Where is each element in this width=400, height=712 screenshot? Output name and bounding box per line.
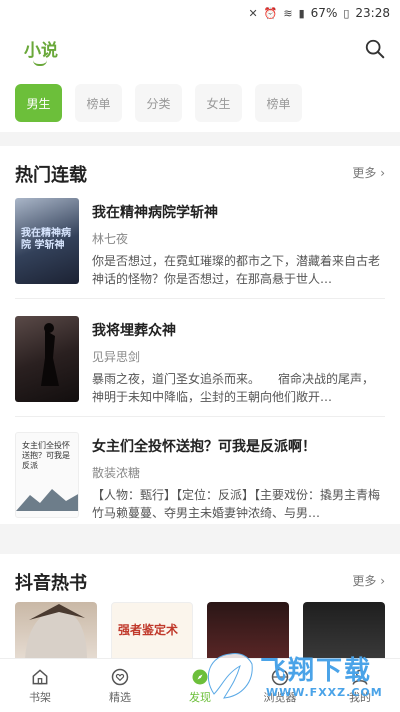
alarm-icon: ⏰ xyxy=(263,6,278,20)
nav-bookshelf[interactable]: 书架 xyxy=(0,659,80,712)
cover-title: 强者鉴定术 xyxy=(118,623,179,637)
tab-category[interactable]: 分类 xyxy=(135,84,182,122)
more-label: 更多 xyxy=(352,166,377,180)
home-icon xyxy=(32,668,48,684)
tab-ranking[interactable]: 榜单 xyxy=(75,84,122,122)
book-item[interactable]: 我将埋葬众神 见异思剑 暴雨之夜，道门圣女追杀而来。 宿命决战的尾声，神明于未知… xyxy=(0,316,400,416)
nav-label: 书架 xyxy=(29,690,51,704)
mountain-illustration xyxy=(16,489,78,511)
book-cover[interactable]: 女主们全投怀送抱？可我是反派 xyxy=(15,432,79,518)
app-header: 小说 xyxy=(0,26,400,74)
signal-icon: ▮ xyxy=(298,6,305,20)
battery-percent: 67% xyxy=(310,6,338,20)
heart-icon xyxy=(111,668,129,685)
divider xyxy=(15,416,385,417)
cover-title: 我在精神病院 学斩神 xyxy=(21,228,71,251)
wifi-icon: ≋ xyxy=(283,6,293,20)
book-description: 【人物：甄行】【定位：反派】【主要戏份：撬男主青梅竹马赖蔓蔓、夺男主未婚妻钟浓绮… xyxy=(92,488,381,520)
anime-girl-illustration xyxy=(25,604,87,660)
more-link[interactable]: 更多 › xyxy=(352,164,385,181)
nav-label: 精选 xyxy=(109,690,131,704)
search-icon[interactable] xyxy=(364,38,386,60)
book-item[interactable]: 女主们全投怀送抱？可我是反派 女主们全投怀送抱？可我是反派啊！ 散装浓糖 【人物… xyxy=(0,432,400,532)
book-author: 见异思剑 xyxy=(92,350,141,364)
book-author: 散装浓糖 xyxy=(92,466,141,480)
watermark-title: 飞翔下载 xyxy=(260,656,373,686)
chevron-right-icon: › xyxy=(380,166,385,180)
watermark-url: WWW.FXXZ.COM xyxy=(266,686,383,699)
clock: 23:28 xyxy=(355,6,390,20)
status-bar: ✕ ⏰ ≋ ▮ 67% ▯ 23:28 xyxy=(0,0,400,26)
more-label: 更多 xyxy=(352,574,377,588)
divider xyxy=(15,298,385,299)
douyin-hot-section: 抖音热书 更多 › 强者鉴定术 xyxy=(0,554,400,660)
book-title[interactable]: 女主们全投怀送抱？可我是反派啊！ xyxy=(92,436,316,456)
hot-serial-section: 热门连载 更多 › 我在精神病院 学斩神 我在精神病院学斩神 林七夜 你是否想过… xyxy=(0,146,400,524)
logo-smile-icon xyxy=(33,60,47,66)
nav-featured[interactable]: 精选 xyxy=(80,659,160,712)
hot-book-cover[interactable] xyxy=(15,602,97,660)
book-item[interactable]: 我在精神病院 学斩神 我在精神病院学斩神 林七夜 你是否想过，在霓虹璀璨的都市之… xyxy=(0,198,400,298)
book-title[interactable]: 我将埋葬众神 xyxy=(92,320,176,340)
tab-ranking-2[interactable]: 榜单 xyxy=(255,84,302,122)
cover-title: 女主们全投怀送抱？可我是反派 xyxy=(22,441,70,470)
book-cover[interactable]: 我在精神病院 学斩神 xyxy=(15,198,79,284)
site-watermark: 飞翔下载 WWW.FXXZ.COM xyxy=(200,646,390,706)
category-tabs: 男生 榜单 分类 女生 榜单 xyxy=(0,74,400,132)
battery-icon: ▯ xyxy=(343,6,350,20)
app-logo: 小说 xyxy=(24,41,58,61)
book-author: 林七夜 xyxy=(92,232,129,246)
section-title: 抖音热书 xyxy=(15,573,87,594)
tab-male[interactable]: 男生 xyxy=(15,84,62,122)
section-title: 热门连载 xyxy=(15,165,87,186)
chevron-right-icon: › xyxy=(380,574,385,588)
figure-illustration xyxy=(41,323,59,386)
book-description: 暴雨之夜，道门圣女追杀而来。 宿命决战的尾声，神明于未知中降临，尘封的王朝向他们… xyxy=(92,372,375,404)
book-title[interactable]: 我在精神病院学斩神 xyxy=(92,202,218,222)
hot-book-cover[interactable]: 强者鉴定术 xyxy=(111,602,193,660)
tab-female[interactable]: 女生 xyxy=(195,84,242,122)
more-link[interactable]: 更多 › xyxy=(352,572,385,589)
book-description: 你是否想过，在霓虹璀璨的都市之下，潜藏着来自古老神话的怪物？你是否想过，在那高悬… xyxy=(92,254,381,286)
book-cover[interactable] xyxy=(15,316,79,402)
mute-icon: ✕ xyxy=(248,6,258,20)
